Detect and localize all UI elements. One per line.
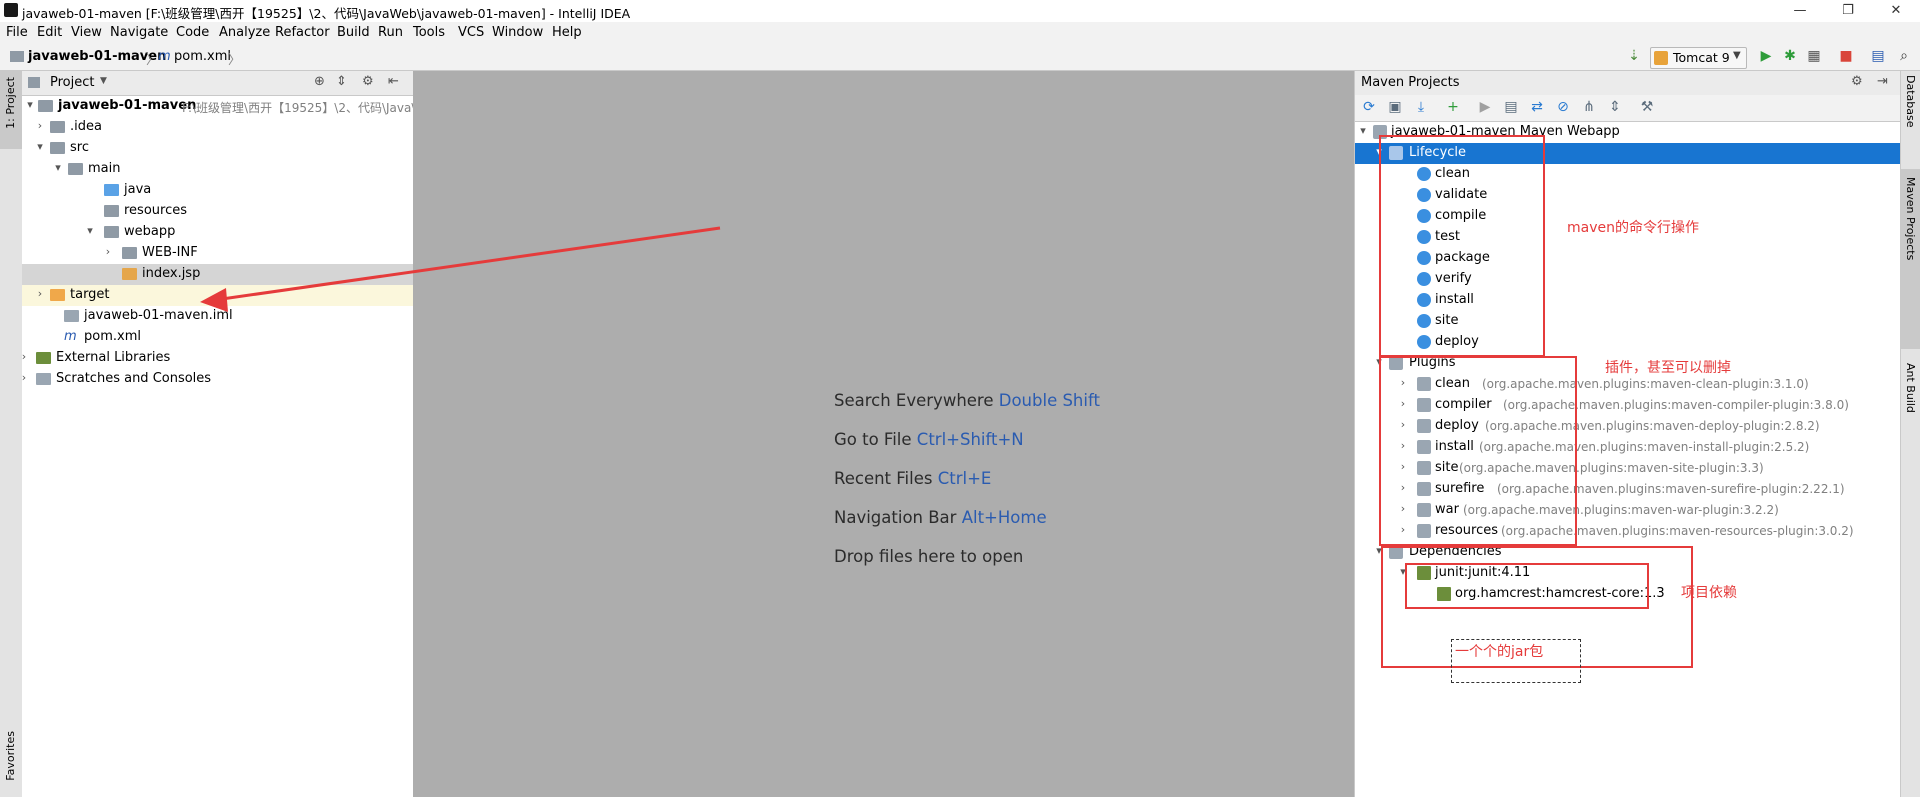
maven-panel-title: Maven Projects (1361, 75, 1460, 90)
collapse-all-icon[interactable]: ⇕ (1607, 99, 1623, 115)
toggle-offline-icon[interactable]: ⇄ (1529, 99, 1545, 115)
maven-toolbar: ⟳ ▣ ⤓ + ▶ ▤ ⇄ ⊘ ⋔ ⇕ ⚒ (1355, 95, 1901, 122)
annotation-lifecycle-note: maven的命令行操作 (1567, 220, 1699, 236)
add-icon[interactable]: + (1445, 99, 1461, 115)
maven-tool-tab-label: Maven Projects (1904, 177, 1917, 261)
right-tool-strip: Database Maven Projects Ant Build (1900, 71, 1920, 797)
annotation-box-plugins (1379, 356, 1577, 546)
annotation-jar-note: 一个个的jar包 (1455, 644, 1544, 660)
show-dependencies-icon[interactable]: ⋔ (1581, 99, 1597, 115)
gear-icon[interactable]: ⚙ (1851, 74, 1863, 89)
maven-panel-header: Maven Projects ⚙ ⇥ (1355, 71, 1901, 96)
ant-build-tool-tab[interactable]: Ant Build (1904, 363, 1917, 413)
maven-projects-panel: Maven Projects ⚙ ⇥ ⟳ ▣ ⤓ + ▶ ▤ ⇄ ⊘ ⋔ ⇕ ⚒… (1354, 71, 1901, 797)
skip-tests-icon[interactable]: ⊘ (1555, 99, 1571, 115)
maven-tool-tab[interactable]: Maven Projects (1901, 169, 1920, 349)
generate-sources-icon[interactable]: ▣ (1387, 99, 1403, 115)
annotation-box-lifecycle (1379, 135, 1545, 357)
settings-icon[interactable]: ⚒ (1639, 99, 1655, 115)
execute-goal-icon[interactable]: ▤ (1503, 99, 1519, 115)
reimport-icon[interactable]: ⟳ (1361, 99, 1377, 115)
download-icon[interactable]: ⤓ (1413, 99, 1429, 115)
annotation-plugins-note: 插件，甚至可以删掉 (1605, 360, 1731, 376)
run-icon[interactable]: ▶ (1477, 99, 1493, 115)
hide-panel-icon[interactable]: ⇥ (1877, 74, 1888, 89)
chevron-down-icon[interactable]: ▾ (1357, 124, 1369, 137)
database-tool-tab[interactable]: Database (1904, 75, 1917, 128)
annotation-deps-note: 项目依赖 (1681, 585, 1737, 601)
annotation-box-jars (1405, 563, 1649, 609)
